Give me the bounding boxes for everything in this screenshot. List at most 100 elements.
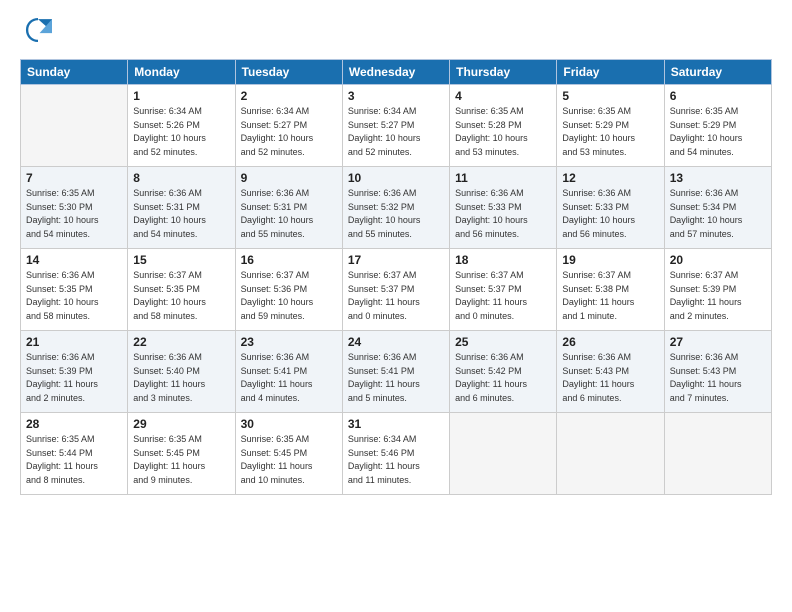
weekday-sunday: Sunday (21, 60, 128, 85)
day-number: 3 (348, 89, 444, 103)
day-number: 18 (455, 253, 551, 267)
day-cell: 22 Sunrise: 6:36 AM Sunset: 5:40 PM Dayli… (128, 331, 235, 413)
day-cell: 25 Sunrise: 6:36 AM Sunset: 5:42 PM Dayli… (450, 331, 557, 413)
day-cell: 14 Sunrise: 6:36 AM Sunset: 5:35 PM Dayli… (21, 249, 128, 331)
day-cell: 1 Sunrise: 6:34 AM Sunset: 5:26 PM Daylig… (128, 85, 235, 167)
day-info: Sunrise: 6:36 AM Sunset: 5:42 PM Dayligh… (455, 351, 551, 405)
day-info: Sunrise: 6:37 AM Sunset: 5:35 PM Dayligh… (133, 269, 229, 323)
day-cell: 3Sunrise: 6:34 AM Sunset: 5:27 PM Daylig… (342, 85, 449, 167)
day-cell: 16 Sunrise: 6:37 AM Sunset: 5:36 PM Dayli… (235, 249, 342, 331)
day-info: Sunrise: 6:36 AM Sunset: 5:39 PM Dayligh… (26, 351, 122, 405)
day-cell: 28 Sunrise: 6:35 AM Sunset: 5:44 PM Dayli… (21, 413, 128, 495)
day-cell: 26 Sunrise: 6:36 AM Sunset: 5:43 PM Dayli… (557, 331, 664, 413)
day-cell: 15 Sunrise: 6:37 AM Sunset: 5:35 PM Dayli… (128, 249, 235, 331)
weekday-thursday: Thursday (450, 60, 557, 85)
day-number: 27 (670, 335, 766, 349)
day-number: 30 (241, 417, 337, 431)
weekday-saturday: Saturday (664, 60, 771, 85)
logo (20, 16, 52, 49)
day-info: Sunrise: 6:34 AM Sunset: 5:26 PM Dayligh… (133, 105, 229, 159)
day-number: 4 (455, 89, 551, 103)
day-info: Sunrise: 6:35 AM Sunset: 5:30 PM Dayligh… (26, 187, 122, 241)
day-info: Sunrise: 6:37 AM Sunset: 5:37 PM Dayligh… (348, 269, 444, 323)
day-cell (21, 85, 128, 167)
day-cell: 10 Sunrise: 6:36 AM Sunset: 5:32 PM Dayli… (342, 167, 449, 249)
day-info: Sunrise: 6:35 AM Sunset: 5:45 PM Dayligh… (241, 433, 337, 487)
day-cell: 7 Sunrise: 6:35 AM Sunset: 5:30 PM Daylig… (21, 167, 128, 249)
day-info: Sunrise: 6:36 AM Sunset: 5:32 PM Dayligh… (348, 187, 444, 241)
day-cell: 29Sunrise: 6:35 AM Sunset: 5:45 PM Dayli… (128, 413, 235, 495)
day-cell: 8Sunrise: 6:36 AM Sunset: 5:31 PM Daylig… (128, 167, 235, 249)
day-number: 7 (26, 171, 122, 185)
day-info: Sunrise: 6:37 AM Sunset: 5:36 PM Dayligh… (241, 269, 337, 323)
day-number: 14 (26, 253, 122, 267)
day-info: Sunrise: 6:35 AM Sunset: 5:29 PM Dayligh… (562, 105, 658, 159)
day-number: 25 (455, 335, 551, 349)
day-number: 22 (133, 335, 229, 349)
day-info: Sunrise: 6:35 AM Sunset: 5:29 PM Dayligh… (670, 105, 766, 159)
weekday-header-row: SundayMondayTuesdayWednesdayThursdayFrid… (21, 60, 772, 85)
day-info: Sunrise: 6:36 AM Sunset: 5:41 PM Dayligh… (348, 351, 444, 405)
day-number: 16 (241, 253, 337, 267)
day-cell: 30 Sunrise: 6:35 AM Sunset: 5:45 PM Dayli… (235, 413, 342, 495)
weekday-monday: Monday (128, 60, 235, 85)
day-cell (664, 413, 771, 495)
day-info: Sunrise: 6:37 AM Sunset: 5:37 PM Dayligh… (455, 269, 551, 323)
day-info: Sunrise: 6:37 AM Sunset: 5:39 PM Dayligh… (670, 269, 766, 323)
day-info: Sunrise: 6:35 AM Sunset: 5:44 PM Dayligh… (26, 433, 122, 487)
day-info: Sunrise: 6:36 AM Sunset: 5:33 PM Dayligh… (455, 187, 551, 241)
logo-icon (24, 16, 52, 44)
day-number: 26 (562, 335, 658, 349)
day-number: 28 (26, 417, 122, 431)
day-number: 19 (562, 253, 658, 267)
day-cell: 9 Sunrise: 6:36 AM Sunset: 5:31 PM Daylig… (235, 167, 342, 249)
day-number: 21 (26, 335, 122, 349)
day-cell: 2 Sunrise: 6:34 AM Sunset: 5:27 PM Daylig… (235, 85, 342, 167)
day-number: 31 (348, 417, 444, 431)
day-number: 15 (133, 253, 229, 267)
day-cell: 21 Sunrise: 6:36 AM Sunset: 5:39 PM Dayli… (21, 331, 128, 413)
day-info: Sunrise: 6:36 AM Sunset: 5:40 PM Dayligh… (133, 351, 229, 405)
day-number: 11 (455, 171, 551, 185)
day-number: 24 (348, 335, 444, 349)
day-info: Sunrise: 6:36 AM Sunset: 5:31 PM Dayligh… (241, 187, 337, 241)
week-row-5: 28 Sunrise: 6:35 AM Sunset: 5:44 PM Dayli… (21, 413, 772, 495)
day-info: Sunrise: 6:36 AM Sunset: 5:35 PM Dayligh… (26, 269, 122, 323)
day-cell: 20Sunrise: 6:37 AM Sunset: 5:39 PM Dayli… (664, 249, 771, 331)
day-number: 6 (670, 89, 766, 103)
day-cell: 17 Sunrise: 6:37 AM Sunset: 5:37 PM Dayli… (342, 249, 449, 331)
day-cell: 11 Sunrise: 6:36 AM Sunset: 5:33 PM Dayli… (450, 167, 557, 249)
day-cell (450, 413, 557, 495)
day-number: 10 (348, 171, 444, 185)
weekday-friday: Friday (557, 60, 664, 85)
weekday-tuesday: Tuesday (235, 60, 342, 85)
day-info: Sunrise: 6:36 AM Sunset: 5:43 PM Dayligh… (562, 351, 658, 405)
day-info: Sunrise: 6:34 AM Sunset: 5:27 PM Dayligh… (241, 105, 337, 159)
day-cell: 4 Sunrise: 6:35 AM Sunset: 5:28 PM Daylig… (450, 85, 557, 167)
day-cell: 23 Sunrise: 6:36 AM Sunset: 5:41 PM Dayli… (235, 331, 342, 413)
day-info: Sunrise: 6:37 AM Sunset: 5:38 PM Dayligh… (562, 269, 658, 323)
week-row-2: 7 Sunrise: 6:35 AM Sunset: 5:30 PM Daylig… (21, 167, 772, 249)
day-number: 29 (133, 417, 229, 431)
day-info: Sunrise: 6:34 AM Sunset: 5:46 PM Dayligh… (348, 433, 444, 487)
day-info: Sunrise: 6:36 AM Sunset: 5:33 PM Dayligh… (562, 187, 658, 241)
day-info: Sunrise: 6:36 AM Sunset: 5:31 PM Dayligh… (133, 187, 229, 241)
day-number: 12 (562, 171, 658, 185)
day-number: 1 (133, 89, 229, 103)
day-number: 13 (670, 171, 766, 185)
page: SundayMondayTuesdayWednesdayThursdayFrid… (0, 0, 792, 612)
day-cell: 5Sunrise: 6:35 AM Sunset: 5:29 PM Daylig… (557, 85, 664, 167)
day-number: 2 (241, 89, 337, 103)
day-number: 9 (241, 171, 337, 185)
header (20, 16, 772, 49)
day-number: 23 (241, 335, 337, 349)
day-number: 17 (348, 253, 444, 267)
day-cell: 19 Sunrise: 6:37 AM Sunset: 5:38 PM Dayli… (557, 249, 664, 331)
day-cell: 12 Sunrise: 6:36 AM Sunset: 5:33 PM Dayli… (557, 167, 664, 249)
day-info: Sunrise: 6:36 AM Sunset: 5:41 PM Dayligh… (241, 351, 337, 405)
day-cell: 18 Sunrise: 6:37 AM Sunset: 5:37 PM Dayli… (450, 249, 557, 331)
day-cell: 24 Sunrise: 6:36 AM Sunset: 5:41 PM Dayli… (342, 331, 449, 413)
week-row-1: 1 Sunrise: 6:34 AM Sunset: 5:26 PM Daylig… (21, 85, 772, 167)
week-row-3: 14 Sunrise: 6:36 AM Sunset: 5:35 PM Dayli… (21, 249, 772, 331)
day-info: Sunrise: 6:35 AM Sunset: 5:28 PM Dayligh… (455, 105, 551, 159)
